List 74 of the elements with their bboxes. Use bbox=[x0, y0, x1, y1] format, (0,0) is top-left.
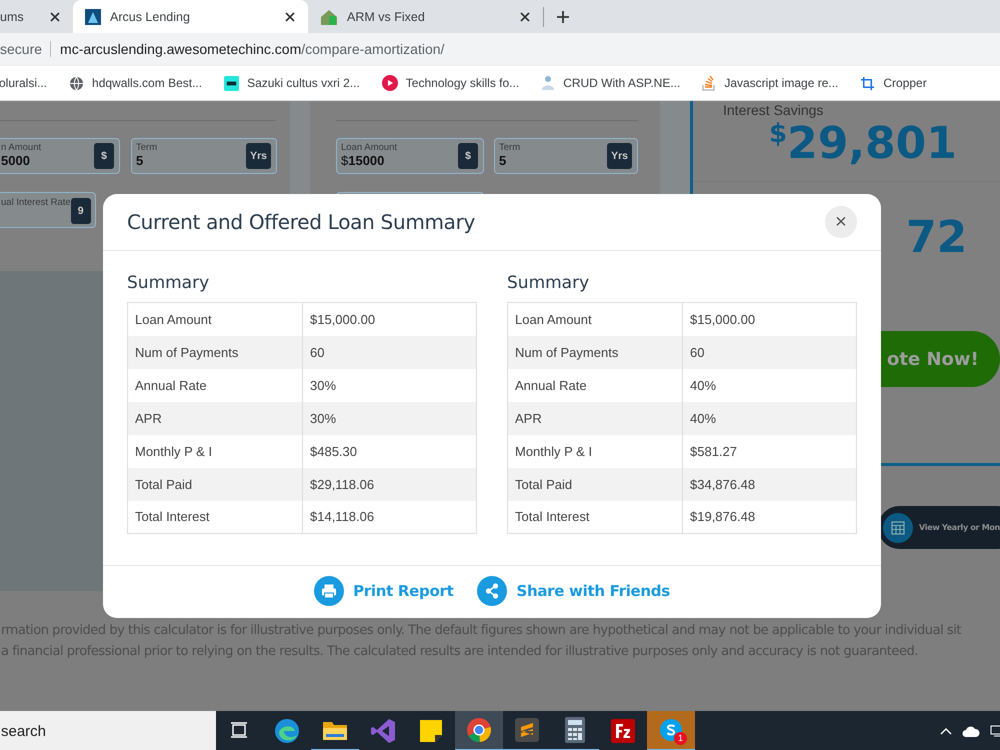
notification-badge: 1 bbox=[674, 732, 687, 745]
chrome-icon[interactable] bbox=[466, 717, 492, 743]
table-cell: $19,876.48 bbox=[682, 500, 856, 534]
studio-icon[interactable] bbox=[370, 718, 396, 744]
bookmark[interactable]: Technology skills fo... bbox=[382, 75, 520, 91]
table-cell: APR bbox=[508, 402, 682, 434]
unit-label: 9 bbox=[70, 198, 91, 224]
search-field[interactable]: search bbox=[0, 711, 216, 750]
folder-icon[interactable] bbox=[322, 719, 348, 741]
browser-tab[interactable]: Arcus Lending bbox=[73, 0, 308, 33]
table-cell: Total Paid bbox=[128, 468, 302, 500]
table-cell: Total Paid bbox=[508, 468, 682, 500]
section-heading: Summary bbox=[507, 273, 590, 293]
table-cell: 30% bbox=[302, 402, 476, 434]
table-cell: APR bbox=[128, 402, 302, 434]
unit-label: Yrs bbox=[607, 143, 632, 169]
bookmark[interactable]: hdqwalls.com Best... bbox=[69, 76, 202, 90]
unit-label: Yrs bbox=[246, 143, 271, 169]
table-cell: 40% bbox=[682, 402, 856, 434]
play-icon bbox=[382, 75, 398, 91]
dialog-title: Current and Offered Loan Summary bbox=[127, 210, 476, 234]
panel-caption: Interest Savings bbox=[723, 102, 824, 118]
table-cell: Num of Payments bbox=[508, 336, 682, 368]
close-icon[interactable] bbox=[520, 12, 530, 22]
task-view-icon[interactable] bbox=[230, 722, 250, 740]
bookmark[interactable]: Javascript image re... bbox=[702, 75, 838, 91]
table-cell: Total Interest bbox=[508, 500, 682, 534]
bookmark[interactable]: Cropper bbox=[860, 76, 927, 90]
address-bar[interactable]: secure mc-arcuslending.awesometechinc.com/compare-amortization/ bbox=[0, 33, 1000, 65]
input-field[interactable]: Term 5 Yrs bbox=[494, 138, 638, 174]
savings-amount: $^{$}$29,801 bbox=[769, 118, 958, 169]
input-field[interactable]: Loan Amount $15000 $ bbox=[336, 138, 484, 174]
share-icon bbox=[477, 576, 508, 606]
globe-icon bbox=[69, 76, 84, 90]
edge-icon[interactable] bbox=[274, 718, 300, 744]
table-cell: $14,118.06 bbox=[302, 500, 476, 534]
close-icon[interactable] bbox=[50, 12, 60, 22]
plus-icon[interactable] bbox=[556, 10, 570, 24]
section-heading: Summary bbox=[127, 273, 210, 293]
note-icon[interactable] bbox=[419, 719, 443, 743]
square-icon bbox=[224, 76, 240, 90]
printer-icon bbox=[314, 576, 344, 606]
payment-amount: 72 bbox=[906, 212, 968, 263]
input-field[interactable]: ual Interest Rate 9 bbox=[0, 192, 96, 228]
table-cell: 60 bbox=[682, 336, 856, 368]
browser-tab[interactable]: ums bbox=[0, 0, 73, 33]
close-icon[interactable] bbox=[285, 12, 295, 22]
table-cell: $34,876.48 bbox=[682, 468, 856, 500]
bookmark[interactable]: CRUD With ASP.NE... bbox=[541, 75, 680, 91]
input-field[interactable]: n Amount 5000 $ bbox=[0, 138, 120, 174]
unit-label: $ bbox=[94, 143, 114, 169]
logo-icon bbox=[85, 8, 101, 24]
stack-icon bbox=[702, 75, 716, 91]
unit-label: $ bbox=[458, 143, 478, 169]
taskbar-app[interactable]: 1 bbox=[647, 711, 695, 750]
calendar-icon bbox=[883, 512, 913, 542]
bookmark[interactable]: Sazuki cultus vxri 2... bbox=[224, 76, 360, 90]
calculator-icon[interactable] bbox=[565, 717, 585, 743]
crop-icon bbox=[860, 76, 876, 90]
taskbar-app[interactable] bbox=[455, 711, 503, 750]
filezilla-icon[interactable] bbox=[611, 719, 635, 743]
house-icon bbox=[320, 8, 338, 24]
table-cell: Total Interest bbox=[128, 500, 302, 534]
table-cell: 60 bbox=[302, 336, 476, 368]
cloud-icon[interactable] bbox=[962, 726, 980, 736]
input-field[interactable]: Term 5 Yrs bbox=[131, 138, 277, 174]
close-button[interactable]: × bbox=[825, 206, 857, 238]
browser-tab[interactable]: ARM vs Fixed bbox=[308, 0, 543, 33]
table-cell: Num of Payments bbox=[128, 336, 302, 368]
table-cell: $29,118.06 bbox=[302, 468, 476, 500]
schedule-button[interactable]: View Yearly or Mon bbox=[878, 506, 1000, 549]
chevron-up-icon[interactable] bbox=[940, 727, 952, 735]
person-icon bbox=[541, 75, 556, 91]
sublime-icon[interactable] bbox=[515, 718, 539, 742]
